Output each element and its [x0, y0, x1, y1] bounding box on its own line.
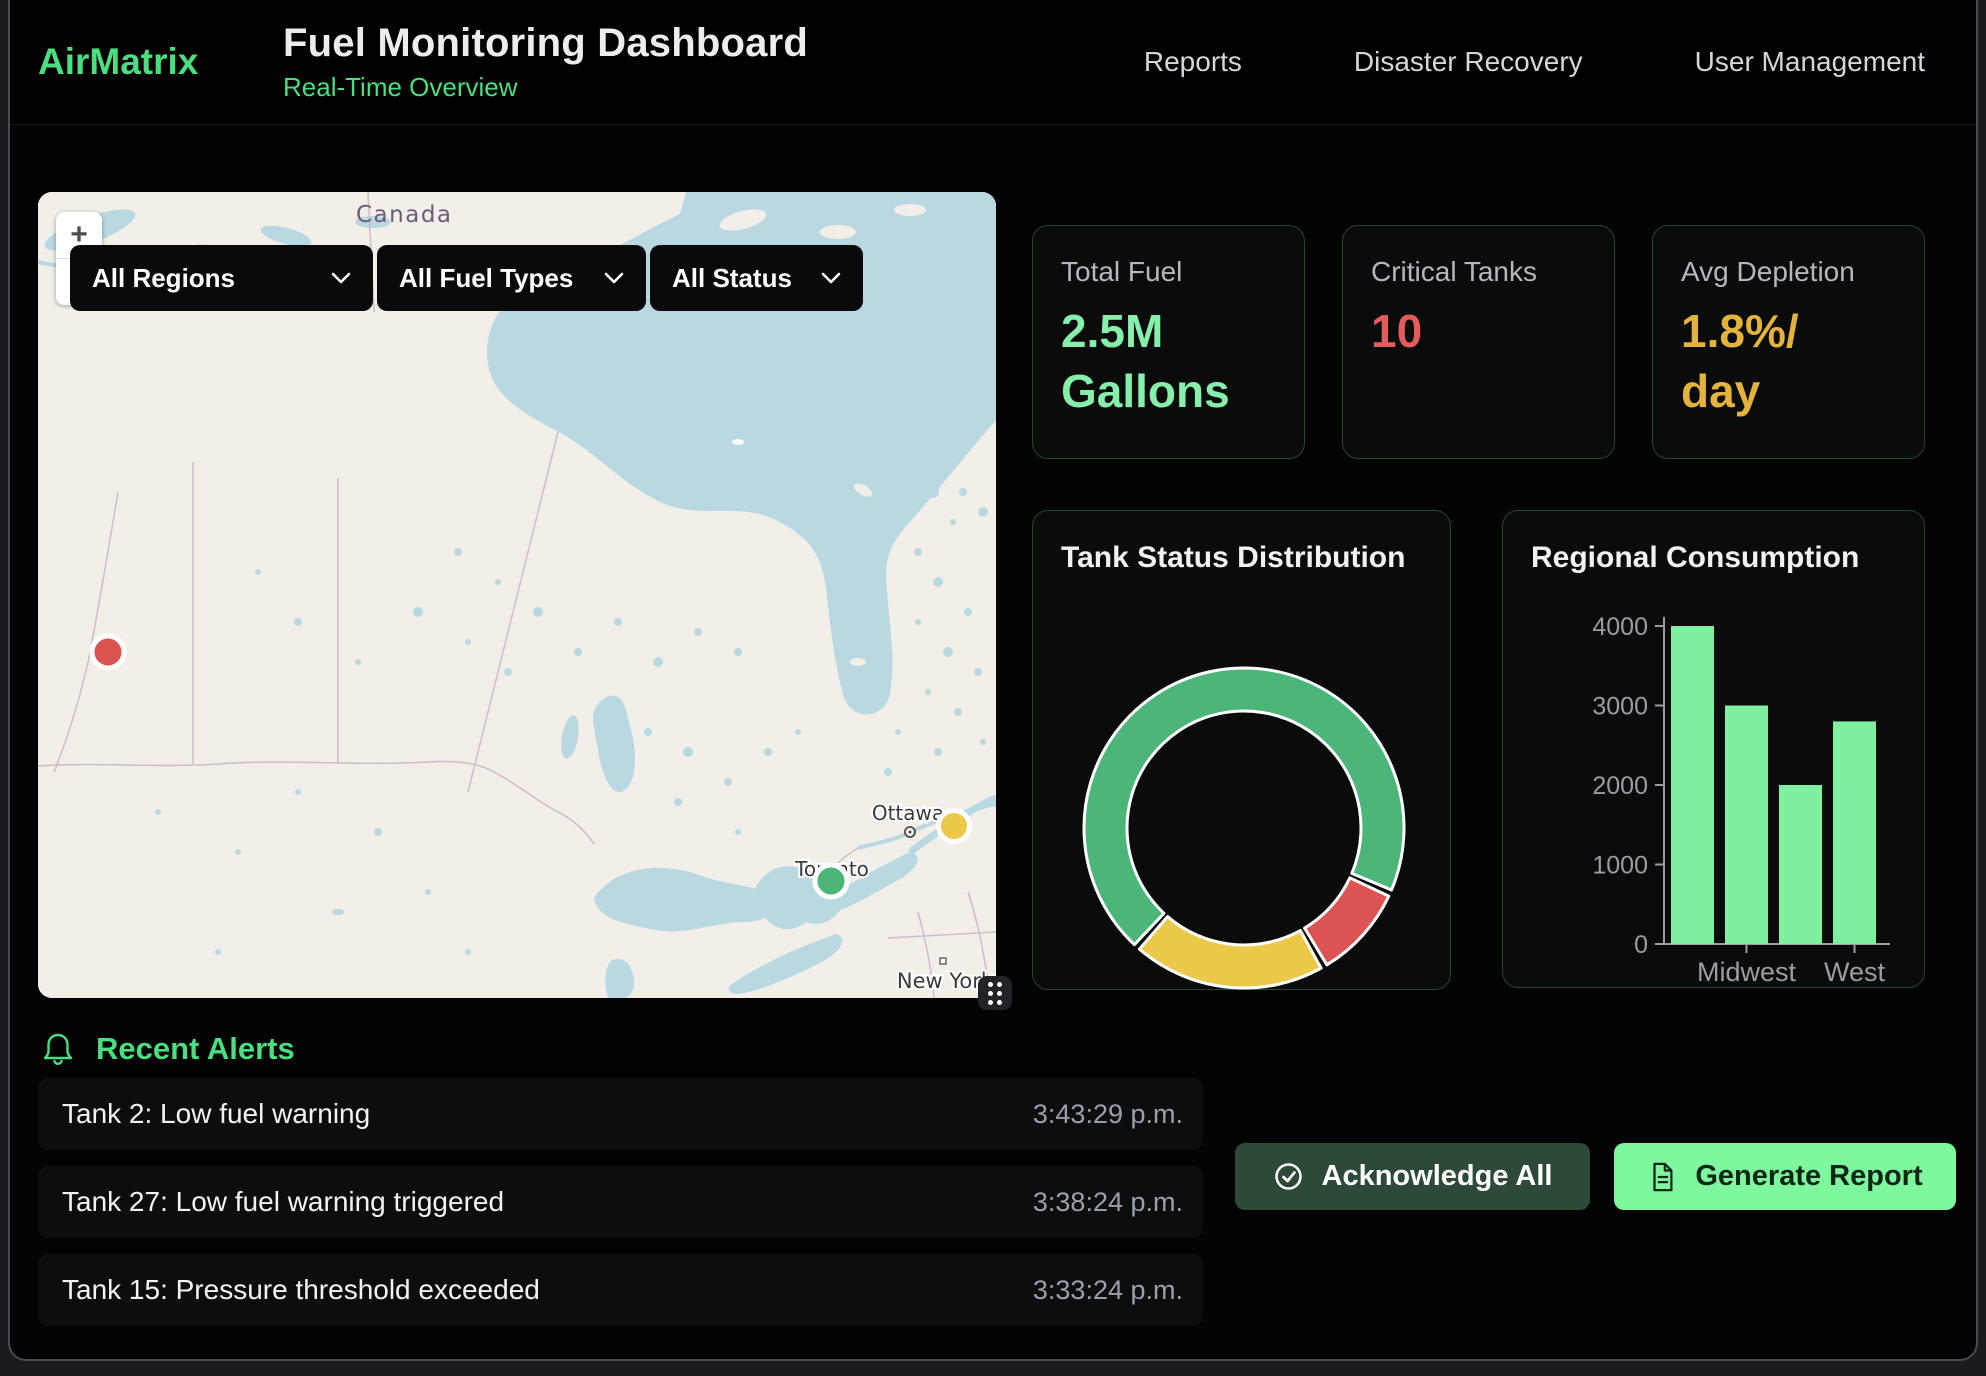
map-label-ottawa: Ottawa	[872, 801, 944, 825]
alert-row: Tank 2: Low fuel warning 3:43:29 p.m.	[38, 1078, 1203, 1150]
alerts-header: Recent Alerts	[40, 1030, 295, 1068]
dashboard-window: AirMatrix Fuel Monitoring Dashboard Real…	[10, 0, 1976, 1359]
stat-cards: Total Fuel 2.5MGallons Critical Tanks 10…	[1032, 225, 1925, 459]
report-document-icon	[1647, 1161, 1677, 1193]
alerts-title: Recent Alerts	[96, 1031, 295, 1067]
svg-text:3000: 3000	[1592, 693, 1648, 721]
region-filter-dropdown[interactable]: All Regions	[70, 245, 373, 311]
header: AirMatrix Fuel Monitoring Dashboard Real…	[10, 0, 1976, 125]
page-subtitle: Real-Time Overview	[283, 72, 808, 103]
svg-text:4000: 4000	[1592, 613, 1648, 641]
alert-message: Tank 27: Low fuel warning triggered	[62, 1186, 504, 1218]
tank-marker-normal[interactable]	[815, 865, 847, 897]
tank-status-chart-card: Tank Status Distribution	[1032, 510, 1451, 990]
alert-row: Tank 27: Low fuel warning triggered 3:38…	[38, 1166, 1203, 1238]
regional-consumption-chart-card: Regional Consumption 01000200030004000Mi…	[1502, 510, 1925, 988]
stat-label: Avg Depletion	[1681, 256, 1896, 288]
page-title-block: Fuel Monitoring Dashboard Real-Time Over…	[283, 21, 808, 103]
nav-user-management[interactable]: User Management	[1695, 46, 1925, 78]
stat-card-total-fuel: Total Fuel 2.5MGallons	[1032, 225, 1305, 459]
map-filters: All Regions All Fuel Types All Status	[70, 245, 863, 311]
alert-row: Tank 15: Pressure threshold exceeded 3:3…	[38, 1254, 1203, 1326]
bell-icon	[40, 1030, 76, 1068]
svg-text:Midwest: Midwest	[1697, 957, 1797, 987]
generate-report-button[interactable]: Generate Report	[1614, 1143, 1956, 1210]
alert-timestamp: 3:33:24 p.m.	[1033, 1275, 1183, 1306]
svg-text:West: West	[1824, 957, 1886, 987]
check-circle-icon	[1273, 1161, 1304, 1192]
map-canvas: Canada Ottawa Toronto New York	[38, 192, 996, 998]
stat-value: 1.8%/day	[1681, 302, 1896, 422]
svg-text:0: 0	[1634, 931, 1648, 959]
main-nav: Reports Disaster Recovery User Managemen…	[1144, 46, 1925, 78]
tank-marker-warning[interactable]	[939, 811, 970, 842]
page-title: Fuel Monitoring Dashboard	[283, 21, 808, 66]
brand-logo[interactable]: AirMatrix	[38, 41, 283, 83]
stat-value: 2.5MGallons	[1061, 302, 1276, 422]
alert-timestamp: 3:38:24 p.m.	[1033, 1187, 1183, 1218]
tank-marker-critical[interactable]	[92, 636, 124, 668]
svg-text:2000: 2000	[1592, 772, 1648, 800]
fuel-type-filter-value: All Fuel Types	[399, 263, 573, 294]
chevron-down-icon	[331, 272, 351, 284]
generate-report-label: Generate Report	[1695, 1160, 1922, 1193]
regional-consumption-bar-chart: 0 1000 2000 3000 4000 Midwest West	[1503, 511, 1926, 989]
status-filter-dropdown[interactable]: All Status	[650, 245, 863, 311]
fuel-type-filter-dropdown[interactable]: All Fuel Types	[377, 245, 646, 311]
acknowledge-all-label: Acknowledge All	[1322, 1160, 1553, 1193]
ottawa-city-dot-center	[908, 830, 911, 833]
nav-reports[interactable]: Reports	[1144, 46, 1242, 78]
map-panel[interactable]: Canada Ottawa Toronto New York + − All R…	[38, 192, 996, 998]
alert-message: Tank 2: Low fuel warning	[62, 1098, 370, 1130]
map-label-canada: Canada	[356, 202, 453, 228]
svg-text:1000: 1000	[1592, 852, 1648, 880]
chevron-down-icon	[821, 272, 841, 284]
region-filter-value: All Regions	[92, 263, 235, 294]
stat-card-critical-tanks: Critical Tanks 10	[1342, 225, 1615, 459]
stat-label: Critical Tanks	[1371, 256, 1586, 288]
alert-timestamp: 3:43:29 p.m.	[1033, 1099, 1183, 1130]
status-filter-value: All Status	[672, 263, 792, 294]
chevron-down-icon	[604, 272, 624, 284]
stat-card-avg-depletion: Avg Depletion 1.8%/day	[1652, 225, 1925, 459]
newyork-city-dot	[940, 958, 946, 964]
nav-disaster-recovery[interactable]: Disaster Recovery	[1354, 46, 1583, 78]
acknowledge-all-button[interactable]: Acknowledge All	[1235, 1143, 1590, 1210]
alert-message: Tank 15: Pressure threshold exceeded	[62, 1274, 540, 1306]
tank-status-donut-chart	[1033, 511, 1452, 991]
stat-label: Total Fuel	[1061, 256, 1276, 288]
stat-value: 10	[1371, 302, 1586, 362]
resize-grip-handle[interactable]	[978, 976, 1012, 1010]
